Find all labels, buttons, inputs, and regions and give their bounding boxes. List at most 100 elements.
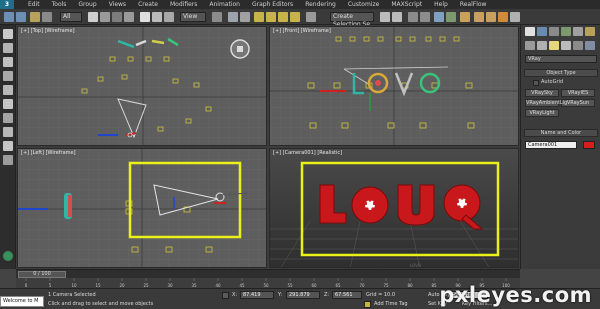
select-object-icon[interactable] <box>88 12 98 22</box>
time-tag-icon[interactable] <box>364 301 371 308</box>
vrayies-button[interactable]: VRayIES <box>561 89 595 97</box>
rendered-frame-window-icon[interactable] <box>486 12 496 22</box>
strip-tool-3-icon[interactable] <box>3 57 13 67</box>
strip-tool-1-icon[interactable] <box>3 29 13 39</box>
x-coordinate-field[interactable]: 87.419 <box>240 291 274 299</box>
move-icon[interactable] <box>140 12 150 22</box>
keyboard-shortcut-icon[interactable] <box>240 12 250 22</box>
strip-tool-5-icon[interactable] <box>3 85 13 95</box>
tool-extra-icon[interactable] <box>510 12 520 22</box>
render-setup-icon[interactable] <box>474 12 484 22</box>
time-slider[interactable]: 0 / 100 <box>16 269 520 278</box>
percent-snap-icon[interactable] <box>278 12 288 22</box>
app-logo[interactable]: 3 <box>0 0 14 9</box>
create-tab-icon[interactable] <box>525 27 535 36</box>
watermark: pxleyes.com <box>439 283 592 307</box>
material-editor-icon[interactable] <box>460 12 470 22</box>
viewport-front[interactable]: [+] [Front] [Wireframe] <box>269 26 519 146</box>
graphite-ribbon-icon[interactable] <box>420 12 430 22</box>
geometry-icon[interactable] <box>525 41 535 50</box>
vraysky-button[interactable]: VRaySky <box>525 89 559 97</box>
named-selection-set-dropdown[interactable]: Create Selection Se <box>330 12 374 28</box>
viewport-label-left[interactable]: [+] [Left] [Wireframe] <box>21 150 76 156</box>
add-time-tag-button[interactable]: Add Time Tag <box>374 301 408 307</box>
helpers-icon[interactable] <box>573 41 583 50</box>
space-warps-icon[interactable] <box>585 41 595 50</box>
object-name-input[interactable]: Camera001 <box>525 141 577 149</box>
viewport-top[interactable]: [+] [Top] [Wireframe] <box>17 26 267 146</box>
scale-icon[interactable] <box>164 12 174 22</box>
render-production-icon[interactable] <box>498 12 508 22</box>
strip-tool-7-icon[interactable] <box>3 113 13 123</box>
menu-rendering[interactable]: Rendering <box>299 1 342 8</box>
hierarchy-tab-icon[interactable] <box>549 27 559 36</box>
menu-create[interactable]: Create <box>132 1 164 8</box>
autogrid-checkbox[interactable] <box>533 80 539 86</box>
motion-tab-icon[interactable] <box>561 27 571 36</box>
viewport-left[interactable]: [+] [Left] [Wireframe] <box>17 148 267 268</box>
strip-add-icon[interactable] <box>3 251 13 261</box>
viewport-label-top[interactable]: [+] [Top] [Wireframe] <box>21 28 75 34</box>
object-color-swatch[interactable] <box>583 141 595 149</box>
strip-tool-9-icon[interactable] <box>3 141 13 151</box>
mirror-icon[interactable] <box>380 12 390 22</box>
display-tab-icon[interactable] <box>573 27 583 36</box>
utilities-tab-icon[interactable] <box>585 27 595 36</box>
undo-icon[interactable] <box>4 12 14 22</box>
cameras-icon[interactable] <box>561 41 571 50</box>
reference-coordinate-dropdown[interactable]: View <box>180 12 206 22</box>
vraylight-button[interactable]: VRayLight <box>525 109 559 117</box>
menu-edit[interactable]: Edit <box>22 1 46 8</box>
unlink-icon[interactable] <box>42 12 52 22</box>
strip-tool-8-icon[interactable] <box>3 127 13 137</box>
prompt-line: Click and drag to select and move object… <box>48 301 154 307</box>
redo-icon[interactable] <box>16 12 26 22</box>
strip-tool-4-icon[interactable] <box>3 71 13 81</box>
vrayambientlight-button[interactable]: VRayAmbientLig <box>525 99 567 107</box>
left-view-scene <box>18 149 266 267</box>
menu-animation[interactable]: Animation <box>203 1 246 8</box>
strip-tool-6-icon[interactable] <box>3 99 13 109</box>
z-coordinate-field[interactable]: 67.561 <box>332 291 362 299</box>
pivot-center-icon[interactable] <box>212 12 222 22</box>
schematic-view-icon[interactable] <box>446 12 456 22</box>
curve-editor-icon[interactable] <box>434 12 444 22</box>
viewport-label-front[interactable]: [+] [Front] [Wireframe] <box>273 28 331 34</box>
snaps-toggle-icon[interactable] <box>254 12 264 22</box>
menu-group[interactable]: Group <box>72 1 102 8</box>
menu-modifiers[interactable]: Modifiers <box>164 1 203 8</box>
link-icon[interactable] <box>30 12 40 22</box>
time-slider-thumb[interactable]: 0 / 100 <box>18 271 66 278</box>
edit-named-selection-icon[interactable] <box>306 12 316 22</box>
lights-icon[interactable] <box>549 41 559 50</box>
window-crossing-icon[interactable] <box>124 12 134 22</box>
maxscript-listener[interactable]: Welcome to M <box>0 296 44 307</box>
select-by-name-icon[interactable] <box>100 12 110 22</box>
light-type-dropdown[interactable]: VRay <box>525 55 597 63</box>
layer-manager-icon[interactable] <box>408 12 418 22</box>
select-manipulate-icon[interactable] <box>228 12 238 22</box>
menu-views[interactable]: Views <box>103 1 132 8</box>
rotate-icon[interactable] <box>152 12 162 22</box>
strip-tool-10-icon[interactable] <box>3 155 13 165</box>
viewport-label-camera[interactable]: [+] [Camera001] [Realistic] <box>273 150 342 156</box>
menu-help[interactable]: Help <box>428 1 454 8</box>
menu-tools[interactable]: Tools <box>46 1 73 8</box>
menu-graph-editors[interactable]: Graph Editors <box>246 1 299 8</box>
menu-maxscript[interactable]: MAXScript <box>385 1 428 8</box>
strip-tool-2-icon[interactable] <box>3 43 13 53</box>
selection-filter-dropdown[interactable]: All <box>60 12 82 22</box>
menu-realflow[interactable]: RealFlow <box>454 1 493 8</box>
modify-tab-icon[interactable] <box>537 27 547 36</box>
object-type-rollout[interactable]: Object Type <box>524 69 598 77</box>
viewport-camera[interactable]: [+] [Camera001] [Realistic] LOVQ <box>269 148 519 268</box>
selection-region-icon[interactable] <box>112 12 122 22</box>
align-icon[interactable] <box>392 12 402 22</box>
spinner-snap-icon[interactable] <box>290 12 300 22</box>
menu-customize[interactable]: Customize <box>342 1 386 8</box>
angle-snap-icon[interactable] <box>266 12 276 22</box>
shapes-icon[interactable] <box>537 41 547 50</box>
name-and-color-rollout[interactable]: Name and Color <box>524 129 598 137</box>
y-coordinate-field[interactable]: 291.879 <box>286 291 320 299</box>
lock-selection-icon[interactable] <box>222 292 229 299</box>
